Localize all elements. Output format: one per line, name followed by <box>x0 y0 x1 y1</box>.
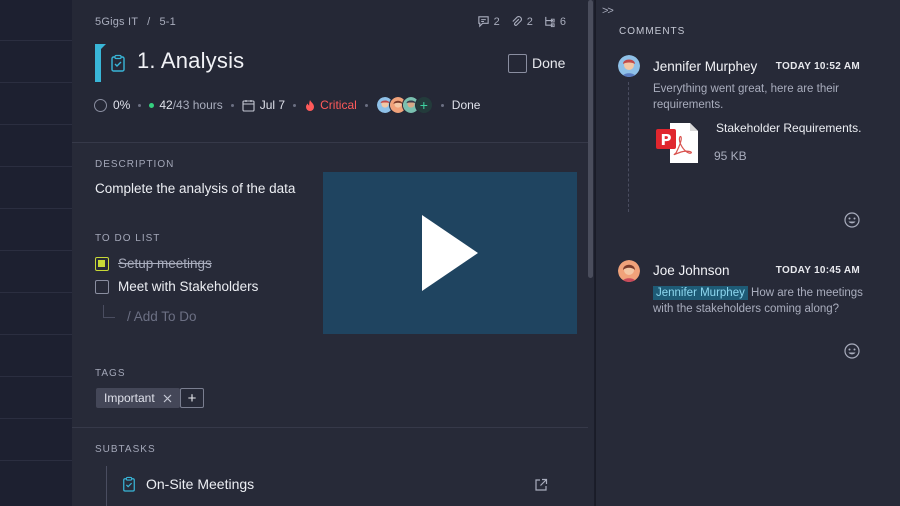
external-link-icon[interactable] <box>534 478 548 492</box>
done-label[interactable]: Done <box>532 55 565 71</box>
tree-connector <box>106 466 107 506</box>
hours-total[interactable]: /43 hours <box>173 98 223 112</box>
todo-checkbox-checked[interactable] <box>95 256 109 271</box>
task-list-background <box>0 0 72 506</box>
hours-status-dot <box>149 102 155 108</box>
close-icon[interactable] <box>163 394 172 403</box>
subtask-item[interactable]: On-Site Meetings <box>122 476 254 492</box>
attachment-count[interactable]: 2 <box>510 15 533 28</box>
meta-separator <box>293 103 297 107</box>
tags-label: TAGS <box>95 368 126 379</box>
comments-panel: >> COMMENTS Jennifer Murphey TODAY 10:52… <box>595 0 900 506</box>
comment-author[interactable]: Joe Johnson <box>653 263 730 278</box>
emoji-reaction-icon[interactable] <box>844 343 860 359</box>
task-flag <box>95 44 106 82</box>
add-tag-button[interactable]: + <box>180 388 204 408</box>
task-title[interactable]: 1. Analysis <box>137 48 244 74</box>
progress-value[interactable]: 0% <box>113 98 130 112</box>
comment-timestamp: TODAY 10:52 AM <box>775 61 860 72</box>
calendar-icon <box>242 99 255 112</box>
attachment-count-value: 2 <box>526 15 533 28</box>
play-icon[interactable] <box>420 213 480 293</box>
breadcrumb-project[interactable]: 5Gigs IT <box>95 16 138 28</box>
comment-count[interactable]: 2 <box>477 15 500 28</box>
subtask-count[interactable]: 6 <box>543 15 566 28</box>
avatar[interactable] <box>618 260 640 282</box>
todo-item-text: Setup meetings <box>118 256 212 271</box>
todo-item[interactable]: Meet with Stakeholders <box>95 279 258 294</box>
section-divider <box>72 427 588 428</box>
clipboard-icon <box>111 54 125 72</box>
comment-count-value: 2 <box>493 15 500 28</box>
tag-label: Important <box>104 391 155 405</box>
scrollbar-thumb[interactable] <box>588 0 593 278</box>
subtask-title: On-Site Meetings <box>146 476 255 492</box>
task-meta: 0% 42/43 hours Jul 7 Critical + Done <box>94 96 480 114</box>
status-label[interactable]: Done <box>452 98 481 112</box>
breadcrumb-separator: / <box>147 16 151 28</box>
avatar[interactable] <box>618 55 640 77</box>
attachment-file-name[interactable]: Stakeholder Requirements. <box>716 121 866 135</box>
description-label: DESCRIPTION <box>95 159 175 170</box>
video-player[interactable] <box>323 172 577 334</box>
thread-line <box>628 82 629 212</box>
meta-separator <box>440 103 444 107</box>
subtasks-label: SUBTASKS <box>95 444 156 455</box>
meta-separator <box>230 103 234 107</box>
meta-separator <box>364 103 368 107</box>
progress-ring-icon <box>94 98 107 112</box>
tag-chip[interactable]: Important <box>96 388 180 408</box>
due-date[interactable]: Jul 7 <box>260 98 285 112</box>
hours-done[interactable]: 42 <box>159 98 172 112</box>
todo-item-text: Meet with Stakeholders <box>118 279 259 294</box>
done-checkbox[interactable] <box>508 54 527 73</box>
comment-icon <box>477 16 489 28</box>
add-assignee-button[interactable]: + <box>414 96 433 114</box>
add-todo-input[interactable]: / Add To Do <box>127 309 197 324</box>
svg-text:P: P <box>661 131 672 149</box>
subtask-count-value: 6 <box>559 15 566 28</box>
comment-author[interactable]: Jennifer Murphey <box>653 59 757 74</box>
description-text[interactable]: Complete the analysis of the data <box>95 181 295 196</box>
paperclip-icon <box>512 16 522 26</box>
task-header: 5Gigs IT / 5-1 2 2 6 1. Analysis Done 0% 4… <box>72 0 588 143</box>
emoji-reaction-icon[interactable] <box>844 212 860 228</box>
breadcrumb: 5Gigs IT / 5-1 <box>95 16 176 28</box>
tree-connector <box>103 305 115 318</box>
comment-text: Jennifer Murphey How are the meetings wi… <box>653 285 868 317</box>
app-window: 5Gigs IT / 5-1 2 2 6 1. Analysis Done 0% 4… <box>0 0 900 506</box>
todo-list-label: TO DO LIST <box>95 233 161 244</box>
comment-text: Everything went great, here are their re… <box>653 83 840 111</box>
todo-checkbox[interactable] <box>95 279 109 294</box>
comments-title: COMMENTS <box>619 26 686 37</box>
subtask-tree-icon <box>545 16 555 28</box>
pdf-file-icon[interactable]: P <box>656 123 704 163</box>
user-mention[interactable]: Jennifer Murphey <box>653 286 748 300</box>
attachment-file-size: 95 KB <box>714 149 747 163</box>
todo-item[interactable]: Setup meetings <box>95 256 212 271</box>
task-counts: 2 2 6 <box>477 15 566 28</box>
priority-label[interactable]: Critical <box>320 98 357 112</box>
meta-separator <box>138 103 142 107</box>
assignees[interactable]: + <box>375 96 433 114</box>
collapse-panel-button[interactable]: >> <box>602 5 614 17</box>
fire-icon <box>306 99 315 111</box>
comment-timestamp: TODAY 10:45 AM <box>775 265 860 276</box>
breadcrumb-task-id[interactable]: 5-1 <box>159 16 176 28</box>
clipboard-icon <box>123 476 135 492</box>
